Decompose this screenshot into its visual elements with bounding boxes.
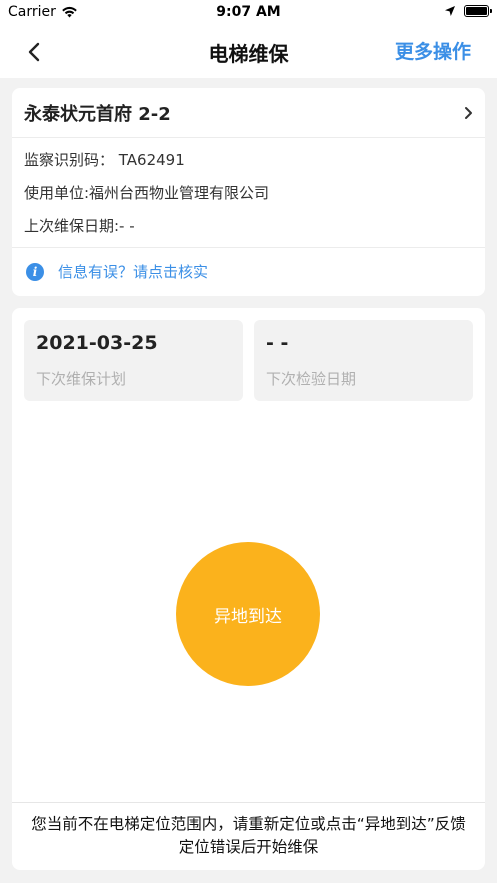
verify-info-link[interactable]: i 信息有误？请点击核实 xyxy=(12,248,485,295)
elevator-name-row[interactable]: 永泰状元首府 2-2 xyxy=(12,88,485,138)
next-maintenance-plan: 2021-03-25 下次维保计划 xyxy=(24,320,243,401)
next-maintenance-value: 2021-03-25 xyxy=(36,332,158,354)
verify-info-label: 信息有误？请点击核实 xyxy=(58,263,209,281)
user-unit: 使用单位:福州台西物业管理有限公司 xyxy=(24,184,270,202)
clock: 9:07 AM xyxy=(216,4,281,20)
chevron-left-icon xyxy=(28,42,40,62)
battery-icon xyxy=(464,5,492,17)
location-notice: 您当前不在电梯定位范围内，请重新定位或点击“异地到达”反馈定位错误后开始维保 xyxy=(12,802,485,870)
status-right-group xyxy=(444,5,492,17)
chevron-right-icon xyxy=(465,106,472,119)
status-bar: Carrier 9:07 AM xyxy=(0,0,497,26)
elevator-name: 永泰状元首府 2-2 xyxy=(24,103,171,125)
next-inspection-value: - - xyxy=(266,332,289,354)
location-arrow-icon xyxy=(445,6,455,16)
last-maintenance-date: 上次维保日期:- - xyxy=(24,217,135,235)
next-inspection-date: - - 下次检验日期 xyxy=(254,320,473,401)
elevator-details: 监察识别码： TA62491 使用单位:福州台西物业管理有限公司 上次维保日期:… xyxy=(12,138,485,248)
next-inspection-label: 下次检验日期 xyxy=(266,370,357,388)
maintenance-card: 2021-03-25 下次维保计划 - - 下次检验日期 异地到达 您当前不在电… xyxy=(12,308,485,870)
more-actions-button[interactable]: 更多操作 xyxy=(395,37,471,64)
next-maintenance-label: 下次维保计划 xyxy=(36,370,127,388)
elevator-info-card: 永泰状元首府 2-2 监察识别码： TA62491 使用单位:福州台西物业管理有… xyxy=(12,88,485,296)
remote-arrive-button[interactable]: 异地到达 xyxy=(176,542,320,686)
back-button[interactable] xyxy=(20,38,48,66)
supervision-code: 监察识别码： TA62491 xyxy=(24,151,185,169)
info-icon: i xyxy=(26,262,44,281)
nav-bar: 电梯维保 更多操作 xyxy=(0,26,497,78)
